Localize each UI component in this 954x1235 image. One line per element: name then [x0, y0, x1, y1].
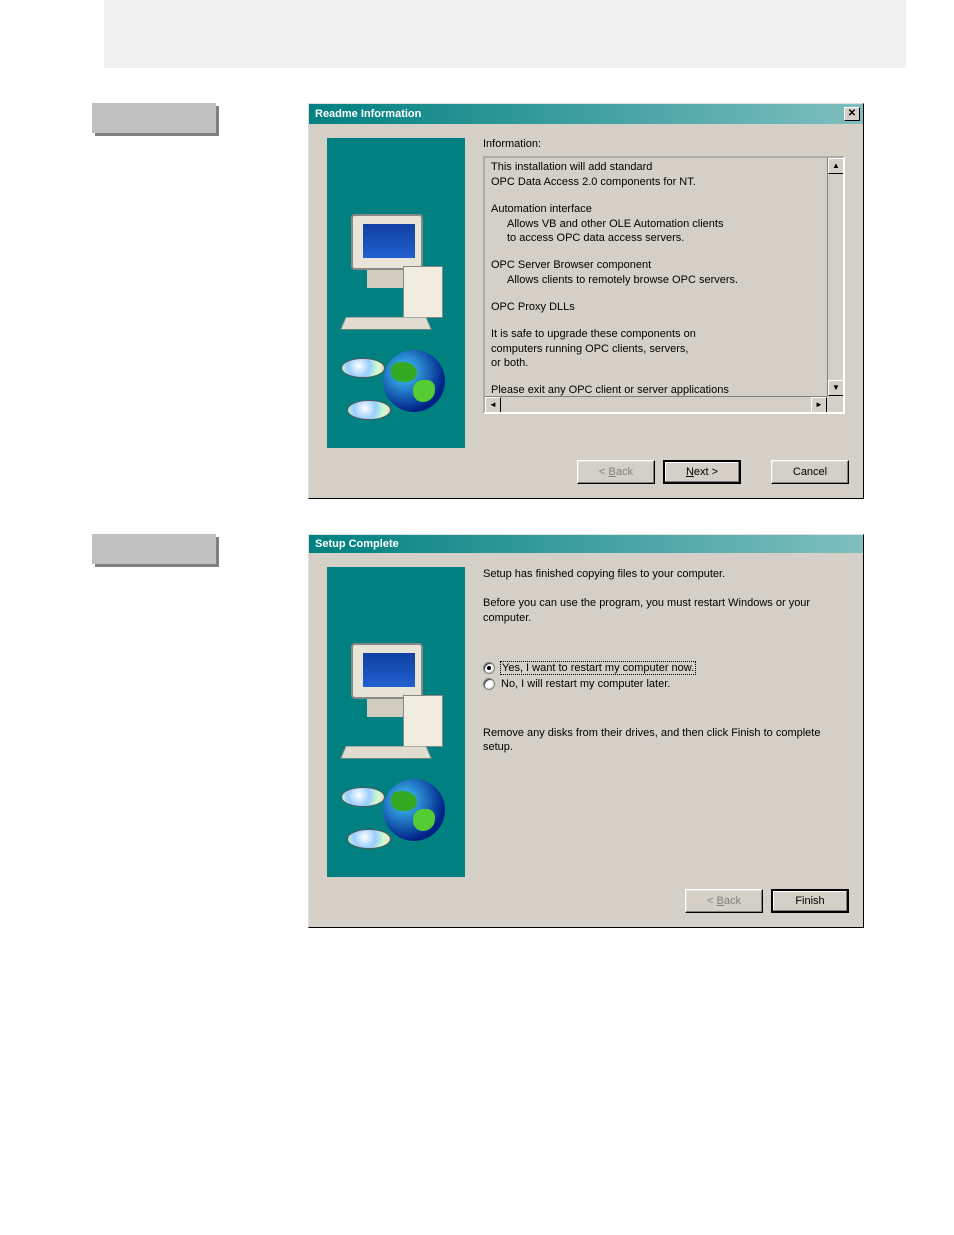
close-button[interactable]: ✕ — [844, 107, 860, 121]
cancel-button[interactable]: Cancel — [771, 460, 849, 484]
readme-line: or both. — [491, 356, 819, 371]
readme-line: Allows clients to remotely browse OPC se… — [491, 273, 819, 288]
radio-yes-label: Yes, I want to restart my computer now. — [501, 662, 695, 674]
globe-icon — [383, 779, 445, 841]
box-icon — [403, 266, 443, 318]
wizard-graphic — [327, 567, 465, 877]
titlebar: Setup Complete — [309, 535, 863, 553]
setup-complete-text: Setup has finished copying files to your… — [483, 567, 845, 582]
titlebar: Readme Information ✕ — [309, 104, 863, 124]
scroll-left-icon[interactable]: ◄ — [485, 397, 501, 413]
cd-icon — [347, 829, 391, 849]
readme-line: Automation interface — [491, 202, 819, 217]
wizard-graphic — [327, 138, 465, 448]
restart-instruction-text: Before you can use the program, you must… — [483, 596, 845, 626]
radio-no-label: No, I will restart my computer later. — [501, 678, 670, 690]
monitor-icon — [351, 643, 423, 699]
step-label-2 — [92, 534, 216, 564]
readme-line: OPC Server Browser component — [491, 258, 819, 273]
back-button[interactable]: < Back — [685, 889, 763, 913]
section-complete: Setup Complete Setup has finished copyin… — [92, 534, 874, 928]
readme-line: This installation will add standard — [491, 160, 819, 175]
monitor-icon — [351, 214, 423, 270]
information-label: Information: — [483, 138, 845, 150]
complete-dialog: Setup Complete Setup has finished copyin… — [308, 534, 864, 928]
close-icon: ✕ — [848, 108, 856, 119]
readme-line: It is safe to upgrade these components o… — [491, 327, 819, 342]
radio-button-icon[interactable] — [483, 662, 495, 674]
readme-line: OPC Proxy DLLs — [491, 300, 819, 315]
step-label-1 — [92, 103, 216, 133]
radio-yes-row[interactable]: Yes, I want to restart my computer now. — [483, 662, 845, 674]
cd-icon — [347, 400, 391, 420]
readme-line: computers running OPC clients, servers, — [491, 342, 819, 357]
cd-icon — [341, 358, 385, 378]
radio-no-row[interactable]: No, I will restart my computer later. — [483, 678, 845, 690]
scroll-up-icon[interactable]: ▲ — [828, 158, 844, 174]
scroll-down-icon[interactable]: ▼ — [828, 380, 844, 396]
readme-dialog: Readme Information ✕ Information: This i… — [308, 103, 864, 499]
dialog-body: Setup has finished copying files to your… — [309, 553, 863, 881]
readme-line: Allows VB and other OLE Automation clien… — [491, 217, 819, 232]
keyboard-icon — [340, 746, 432, 759]
page-header-band — [104, 0, 906, 68]
section-readme: Readme Information ✕ Information: This i… — [92, 103, 874, 499]
radio-button-icon[interactable] — [483, 678, 495, 690]
finish-button[interactable]: Finish — [771, 889, 849, 913]
next-button[interactable]: Next > — [663, 460, 741, 484]
finish-instruction-text: Remove any disks from their drives, and … — [483, 726, 845, 756]
dialog-body: Information: This installation will add … — [309, 124, 863, 452]
scroll-right-icon[interactable]: ► — [811, 397, 827, 413]
cd-icon — [341, 787, 385, 807]
content-area: Information: This installation will add … — [483, 138, 845, 448]
globe-icon — [383, 350, 445, 412]
box-icon — [403, 695, 443, 747]
title-text: Setup Complete — [315, 538, 399, 550]
restart-radio-group: Yes, I want to restart my computer now. … — [483, 662, 845, 690]
content-area: Setup has finished copying files to your… — [483, 567, 845, 877]
readme-line: OPC Data Access 2.0 components for NT. — [491, 175, 819, 190]
vertical-scrollbar[interactable]: ▲ ▼ — [827, 158, 843, 396]
horizontal-scrollbar[interactable]: ◄ ► — [485, 396, 827, 412]
readme-textbox[interactable]: This installation will add standard OPC … — [483, 156, 845, 414]
back-button[interactable]: < Back — [577, 460, 655, 484]
keyboard-icon — [340, 317, 432, 330]
button-row: < Back Finish — [309, 881, 863, 927]
button-row: < Back Next > Cancel — [309, 452, 863, 498]
title-text: Readme Information — [315, 108, 421, 120]
readme-line: to access OPC data access servers. — [491, 231, 819, 246]
